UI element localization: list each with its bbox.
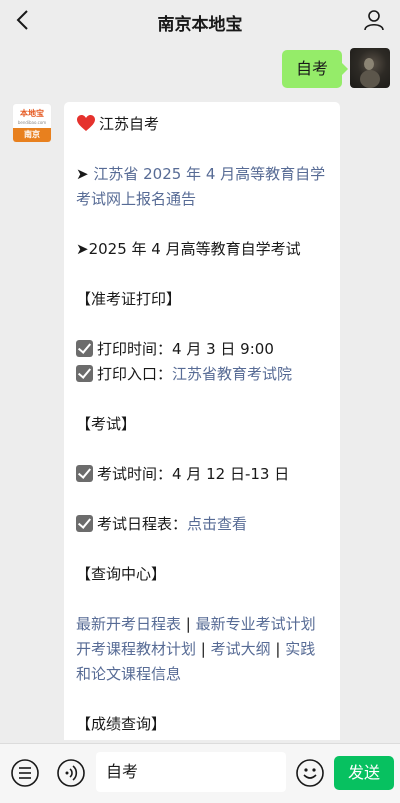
separator: | (270, 640, 286, 658)
logo-city: 南京 (13, 128, 51, 142)
logo-text: 本地宝 (20, 109, 44, 118)
section-exam: 【考试】 (76, 415, 137, 433)
latest-schedule-link[interactable]: 最新开考日程表 (76, 615, 181, 633)
top-bar: 南京本地宝 (0, 0, 400, 40)
sent-message-row: 自考 (0, 48, 400, 92)
latest-plan-link[interactable]: 最新专业考试计划 (196, 615, 316, 633)
print-time-label: 打印时间： (97, 340, 173, 358)
checkbox-icon (76, 365, 93, 382)
section-query: 【查询中心】 (76, 565, 167, 583)
message-input[interactable]: 自考 (96, 752, 286, 792)
send-button[interactable]: 发送 (334, 756, 394, 790)
message-list[interactable]: 自考 本地宝 bendibao.com 南京 江苏自考 ➤ 江苏省 2025 年… (0, 40, 400, 740)
input-bar: 自考 发送 (0, 743, 400, 803)
separator: | (181, 615, 196, 633)
sent-message-bubble[interactable]: 自考 (281, 50, 349, 88)
schedule-label: 考试日程表： (97, 515, 188, 533)
print-entry-line: 打印入口：江苏省教育考试院 (76, 362, 328, 387)
exam-line: ➤2025 年 4 月高等教育自学考试 (76, 240, 301, 258)
schedule-link[interactable]: 点击查看 (187, 515, 247, 533)
checkbox-icon (76, 340, 93, 357)
notice-link[interactable]: 江苏省 2025 年 4 月高等教育自学考试网上报名通告 (76, 165, 325, 208)
section-score: 【成绩查询】 (76, 715, 167, 733)
section-admission: 【准考证打印】 (76, 290, 182, 308)
print-time-line: 打印时间：4 月 3 日 9:00 (76, 337, 328, 362)
print-time-value: 4 月 3 日 9:00 (172, 340, 274, 358)
exam-time-line: 考试时间：4 月 12 日-13 日 (76, 462, 328, 487)
query-links-2: 开考课程教材计划 | 考试大纲 | 实践和论文课程信息 (76, 637, 328, 687)
user-avatar[interactable] (350, 48, 390, 88)
separator: | (196, 640, 211, 658)
exam-time-label: 考试时间： (97, 465, 173, 483)
reply-message-bubble: 江苏自考 ➤ 江苏省 2025 年 4 月高等教育自学考试网上报名通告 ➤202… (64, 102, 340, 740)
heart-icon (77, 115, 95, 131)
notice-arrow: ➤ (76, 165, 94, 183)
notice-line: ➤ 江苏省 2025 年 4 月高等教育自学考试网上报名通告 (76, 162, 328, 212)
voice-icon[interactable] (56, 758, 86, 788)
profile-icon[interactable] (362, 8, 386, 32)
emoji-icon[interactable] (295, 758, 325, 788)
reply-heading-text: 江苏自考 (99, 115, 160, 133)
syllabus-link[interactable]: 考试大纲 (211, 640, 271, 658)
query-links-1: 最新开考日程表 | 最新专业考试计划 (76, 612, 328, 637)
reply-heading: 江苏自考 (76, 112, 328, 137)
textbook-plan-link[interactable]: 开考课程教材计划 (76, 640, 196, 658)
logo-url: bendibao.com (17, 120, 47, 125)
exam-time-value: 4 月 12 日-13 日 (172, 465, 290, 483)
schedule-line: 考试日程表：点击查看 (76, 512, 328, 537)
print-entry-link[interactable]: 江苏省教育考试院 (172, 365, 292, 383)
menu-list-icon[interactable] (10, 758, 40, 788)
checkbox-icon (76, 465, 93, 482)
account-avatar[interactable]: 本地宝 bendibao.com 南京 (12, 103, 52, 143)
print-entry-label: 打印入口： (97, 365, 173, 383)
checkbox-icon (76, 515, 93, 532)
chat-title: 南京本地宝 (157, 15, 243, 35)
